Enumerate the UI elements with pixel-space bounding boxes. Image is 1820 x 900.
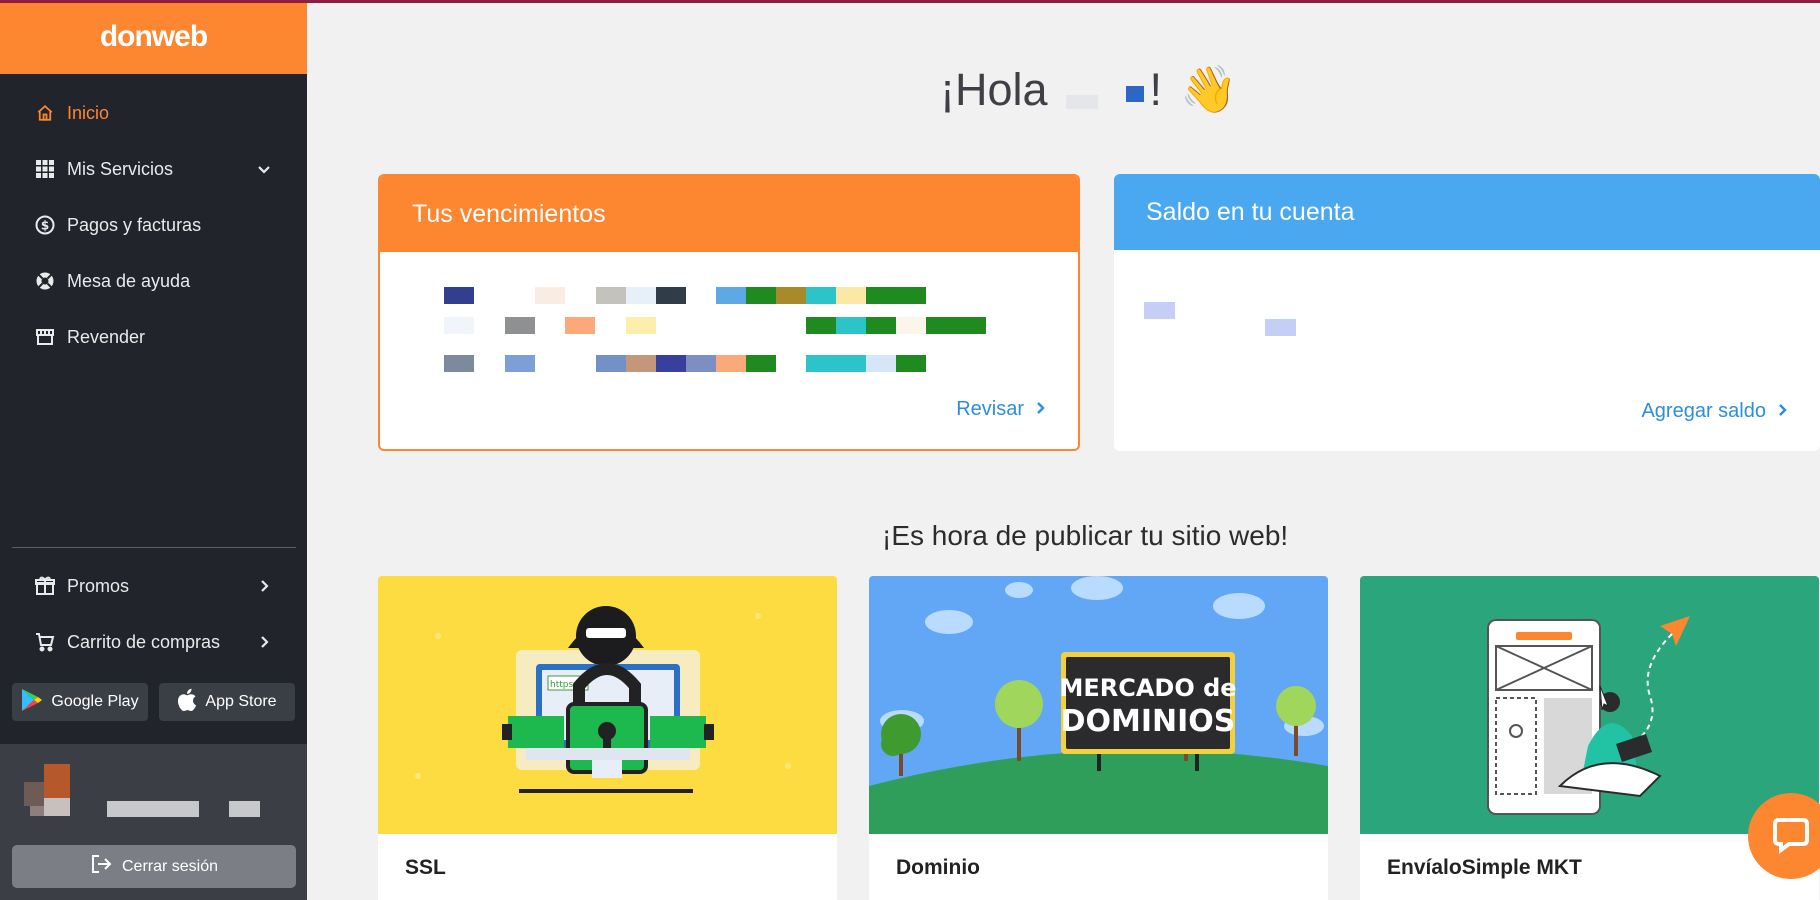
sidebar-divider xyxy=(12,547,296,548)
lifebuoy-icon xyxy=(35,271,55,291)
greeting-text: ¡Hola xyxy=(940,63,1048,115)
google-play-icon xyxy=(21,688,43,717)
ssl-illustration: https:// xyxy=(378,576,837,834)
user-profile-block: Cerrar sesión xyxy=(0,744,307,900)
promo-card-dominio[interactable]: MERCADO de DOMINIOS Dominio xyxy=(869,576,1328,900)
logout-label: Cerrar sesión xyxy=(121,857,219,875)
section-title: ¡Es hora de publicar tu sitio web! xyxy=(882,520,1289,551)
brand-logo-text: donweb xyxy=(99,20,208,53)
domain-sign-bottom: DOMINIOS xyxy=(1061,704,1236,739)
app-store-button[interactable]: App Store xyxy=(159,683,295,721)
greeting-name-redacted-2 xyxy=(1125,85,1144,102)
promo-card-ssl[interactable]: https:// SSL xyxy=(378,576,837,900)
cart-icon xyxy=(35,632,55,652)
app-store-links: Google Play App Store xyxy=(12,683,295,721)
main-nav: Inicio Mis Servicios $ Pagos y facturas … xyxy=(0,74,307,365)
store-icon xyxy=(35,327,55,347)
sidebar-item-label: Inicio xyxy=(67,102,110,123)
expirations-card-title: Tus vencimientos xyxy=(412,199,606,228)
greeting-exclaim: ! xyxy=(1149,63,1163,115)
logout-icon xyxy=(90,854,112,879)
promo-title-dominio: Dominio xyxy=(896,856,980,879)
add-balance-label: Agregar saldo xyxy=(1641,400,1766,422)
promo-title-ssl: SSL xyxy=(405,856,446,879)
user-name-redacted xyxy=(107,801,199,817)
chevron-down-icon[interactable] xyxy=(257,162,271,176)
add-balance-link[interactable]: Agregar saldo xyxy=(1641,400,1788,423)
domain-sign-top: MERCADO de xyxy=(1059,674,1236,702)
sidebar-item-mesa-ayuda[interactable]: Mesa de ayuda xyxy=(0,253,307,309)
review-link-label: Revisar xyxy=(956,398,1024,420)
sidebar-item-inicio[interactable]: Inicio xyxy=(0,85,307,141)
grid-icon xyxy=(35,159,55,179)
brand-logo[interactable]: donweb xyxy=(0,0,307,74)
sidebar-lower-nav: Promos Carrito de compras xyxy=(0,558,307,670)
chevron-right-icon xyxy=(1036,398,1046,421)
sidebar-item-label: Mesa de ayuda xyxy=(67,270,191,291)
top-accent-line xyxy=(0,0,1820,3)
gift-icon xyxy=(35,576,55,596)
app-store-label: App Store xyxy=(205,693,277,710)
google-play-label: Google Play xyxy=(51,693,139,710)
avatar[interactable] xyxy=(24,764,76,816)
chevron-right-icon xyxy=(1778,400,1788,423)
sidebar-item-mis-servicios[interactable]: Mis Servicios xyxy=(0,141,307,197)
domain-illustration: MERCADO de DOMINIOS xyxy=(869,576,1328,834)
user-extra-redacted xyxy=(229,801,260,817)
review-expirations-link[interactable]: Revisar xyxy=(956,398,1046,421)
sidebar-item-label: Revender xyxy=(67,326,146,347)
chat-bubble-icon xyxy=(1771,814,1811,859)
balance-card-header: Saldo en tu cuenta xyxy=(1114,174,1820,250)
sidebar-item-pagos[interactable]: $ Pagos y facturas xyxy=(0,197,307,253)
expirations-card: Tus vencimientos Revisar xyxy=(378,174,1080,451)
logout-button[interactable]: Cerrar sesión xyxy=(12,845,296,888)
expirations-card-header: Tus vencimientos xyxy=(380,176,1078,252)
greeting-heading: ¡Hola ! 👋 xyxy=(940,62,1237,117)
waving-hand-icon: 👋 xyxy=(1180,63,1238,115)
sidebar-item-label: Mis Servicios xyxy=(67,158,174,179)
greeting-name-redacted xyxy=(1065,94,1098,109)
chevron-right-icon[interactable] xyxy=(257,579,271,593)
sidebar-item-label: Carrito de compras xyxy=(67,631,221,652)
sidebar-item-carrito[interactable]: Carrito de compras xyxy=(0,614,307,670)
sidebar-item-promos[interactable]: Promos xyxy=(0,558,307,614)
google-play-button[interactable]: Google Play xyxy=(12,683,148,721)
balance-card-title: Saldo en tu cuenta xyxy=(1146,197,1355,226)
sidebar-item-label: Promos xyxy=(67,575,130,596)
sidebar-item-revender[interactable]: Revender xyxy=(0,309,307,365)
home-icon xyxy=(35,103,55,123)
chevron-right-icon[interactable] xyxy=(257,635,271,649)
apple-icon xyxy=(177,688,197,717)
dollar-circle-icon: $ xyxy=(35,215,55,235)
balance-card: Saldo en tu cuenta Agregar saldo xyxy=(1114,174,1820,451)
sidebar: donweb Inicio Mis Servicios $ Pagos y fa… xyxy=(0,0,307,900)
email-marketing-illustration xyxy=(1360,576,1819,834)
sidebar-item-label: Pagos y facturas xyxy=(67,214,202,235)
svg-text:$: $ xyxy=(41,219,49,233)
